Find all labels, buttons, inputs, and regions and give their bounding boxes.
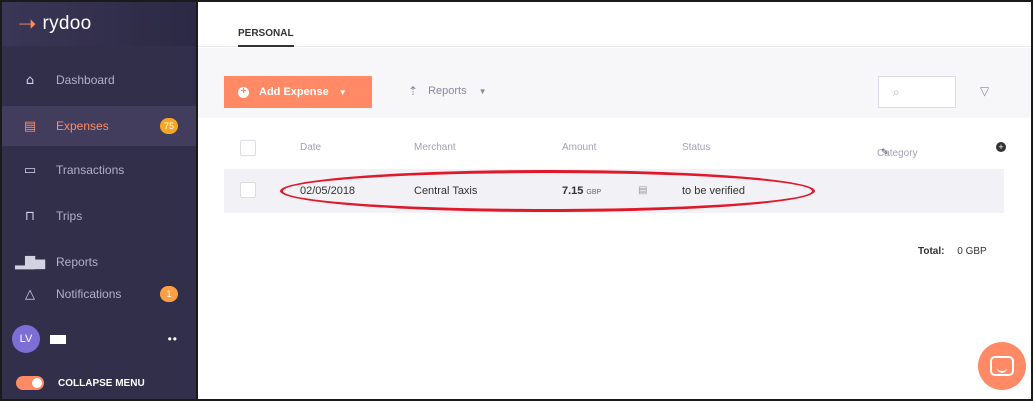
- column-header-merchant[interactable]: Merchant: [414, 142, 456, 153]
- home-icon: ⌂: [25, 72, 35, 88]
- add-expense-button[interactable]: + Add Expense ▼: [224, 76, 372, 108]
- table-header: Date Merchant Amount Status Category ✎ +: [224, 136, 1006, 160]
- sidebar-item-trips[interactable]: ⊓ Trips: [2, 196, 196, 236]
- collapse-menu-toggle[interactable]: COLLAPSE MENU: [2, 367, 196, 399]
- brand-name: rydoo: [42, 13, 92, 34]
- add-expense-label: Add Expense: [259, 86, 329, 98]
- username-redacted: [50, 334, 66, 344]
- sidebar-item-label: Transactions: [56, 163, 125, 177]
- sidebar-item-label: Dashboard: [56, 73, 115, 87]
- receipt-icon: ▤: [23, 118, 37, 134]
- main-content: PERSONAL + Add Expense ▼ ⇡ Reports ▼ ⌕ ▽…: [198, 2, 1031, 399]
- column-header-status[interactable]: Status: [682, 142, 710, 153]
- sidebar: ➝ rydoo ⌂ Dashboard ▤ Expenses 75 ▭ Tran…: [2, 2, 198, 399]
- avatar[interactable]: LV: [12, 325, 40, 353]
- plus-icon: +: [238, 86, 249, 98]
- chevron-down-icon[interactable]: ▼: [339, 88, 347, 97]
- add-column-icon[interactable]: +: [996, 142, 1006, 152]
- sidebar-item-label: Reports: [56, 255, 99, 269]
- annotation-ellipse: [280, 170, 815, 212]
- collapse-menu-label: COLLAPSE MENU: [58, 377, 145, 389]
- row-checkbox[interactable]: [240, 182, 256, 198]
- upload-icon: ⇡: [408, 84, 419, 98]
- toggle-switch[interactable]: [16, 376, 44, 390]
- chat-support-button[interactable]: [978, 342, 1026, 390]
- app-frame: ➝ rydoo ⌂ Dashboard ▤ Expenses 75 ▭ Tran…: [0, 0, 1033, 401]
- user-menu-icon[interactable]: ••: [168, 332, 178, 346]
- chevron-down-icon[interactable]: ▼: [479, 87, 487, 96]
- tab-personal[interactable]: PERSONAL: [238, 28, 294, 47]
- reports-label: Reports: [428, 85, 467, 97]
- column-header-amount[interactable]: Amount: [562, 142, 596, 153]
- sidebar-item-notifications[interactable]: △ Notifications 1: [2, 274, 196, 314]
- user-profile[interactable]: LV ••: [2, 318, 196, 360]
- rydoo-arrow-icon: ➝: [18, 11, 37, 37]
- sidebar-item-dashboard[interactable]: ⌂ Dashboard: [2, 60, 196, 100]
- toolbar: + Add Expense ▼ ⇡ Reports ▼ ⌕ ▽: [198, 48, 1031, 118]
- sidebar-item-label: Expenses: [56, 119, 109, 133]
- expenses-count-badge: 75: [159, 118, 178, 134]
- search-input[interactable]: ⌕: [878, 76, 956, 108]
- filter-icon[interactable]: ▽: [980, 84, 989, 98]
- top-bar: PERSONAL: [198, 2, 1031, 47]
- notifications-count-badge: 1: [160, 286, 178, 302]
- reports-button[interactable]: ⇡ Reports ▼: [408, 84, 487, 98]
- logo[interactable]: ➝ rydoo: [2, 2, 196, 46]
- select-all-checkbox[interactable]: [240, 140, 256, 156]
- column-header-date[interactable]: Date: [300, 142, 321, 153]
- search-icon: ⌕: [893, 84, 900, 99]
- total-value: 0 GBP: [957, 246, 987, 257]
- total-summary: Total: 0 GBP: [918, 246, 987, 257]
- sidebar-item-label: Notifications: [56, 287, 122, 301]
- sidebar-item-expenses[interactable]: ▤ Expenses 75: [2, 106, 196, 146]
- card-icon: ▭: [23, 162, 37, 178]
- pencil-icon[interactable]: ✎: [881, 148, 889, 158]
- bell-icon: △: [25, 286, 35, 302]
- sidebar-item-label: Trips: [56, 209, 83, 223]
- suitcase-icon: ⊓: [24, 208, 36, 224]
- total-label: Total:: [918, 246, 945, 257]
- chat-icon: [990, 356, 1014, 376]
- bar-chart-icon: ▂▇▅: [15, 254, 45, 270]
- sidebar-item-transactions[interactable]: ▭ Transactions: [2, 150, 196, 190]
